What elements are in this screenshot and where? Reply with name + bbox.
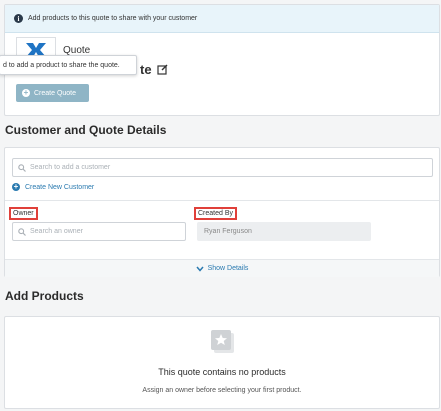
edit-icon[interactable] (157, 62, 168, 80)
chevron-down-icon (195, 266, 204, 272)
divider (5, 200, 439, 201)
quote-title: te (140, 62, 152, 77)
create-customer-label: Create New Customer (25, 183, 95, 191)
created-by-value: Ryan Ferguson (204, 228, 252, 235)
customer-section-heading: Customer and Quote Details (5, 123, 167, 137)
customer-search-placeholder: Search to add a customer (30, 164, 111, 171)
search-icon (18, 227, 26, 236)
owner-search-placeholder: Search an owner (30, 228, 83, 235)
created-by-label: Created By (194, 207, 238, 220)
owner-search-input[interactable]: Search an owner (12, 222, 186, 241)
show-details-label: Show Details (207, 265, 249, 272)
create-quote-label: Create Quote (34, 89, 77, 97)
created-by-field: Ryan Ferguson (197, 222, 371, 241)
create-customer-link[interactable]: + Create New Customer (12, 183, 94, 191)
create-quote-button[interactable]: + Create Quote (16, 84, 89, 102)
show-details-toggle[interactable]: Show Details (5, 259, 439, 277)
info-banner-text: Add products to this quote to share with… (28, 15, 198, 22)
info-icon: i (14, 14, 23, 23)
plus-circle-icon: + (22, 88, 30, 97)
tooltip: d to add a product to share the quote. (0, 55, 137, 75)
customer-search-input[interactable]: Search to add a customer (12, 158, 433, 177)
owner-label: Owner (9, 207, 38, 220)
products-card: This quote contains no products Assign a… (4, 316, 440, 409)
products-section-heading: Add Products (5, 289, 84, 303)
tooltip-text: d to add a product to share the quote. (3, 61, 120, 69)
empty-products-icon (208, 328, 238, 361)
info-banner: i Add products to this quote to share wi… (5, 5, 439, 33)
empty-state-title: This quote contains no products (158, 367, 286, 377)
customer-card: Search to add a customer + Create New Cu… (4, 147, 440, 277)
search-icon (18, 163, 26, 172)
empty-state-subtitle: Assign an owner before selecting your fi… (142, 387, 302, 394)
plus-circle-icon: + (12, 182, 20, 191)
